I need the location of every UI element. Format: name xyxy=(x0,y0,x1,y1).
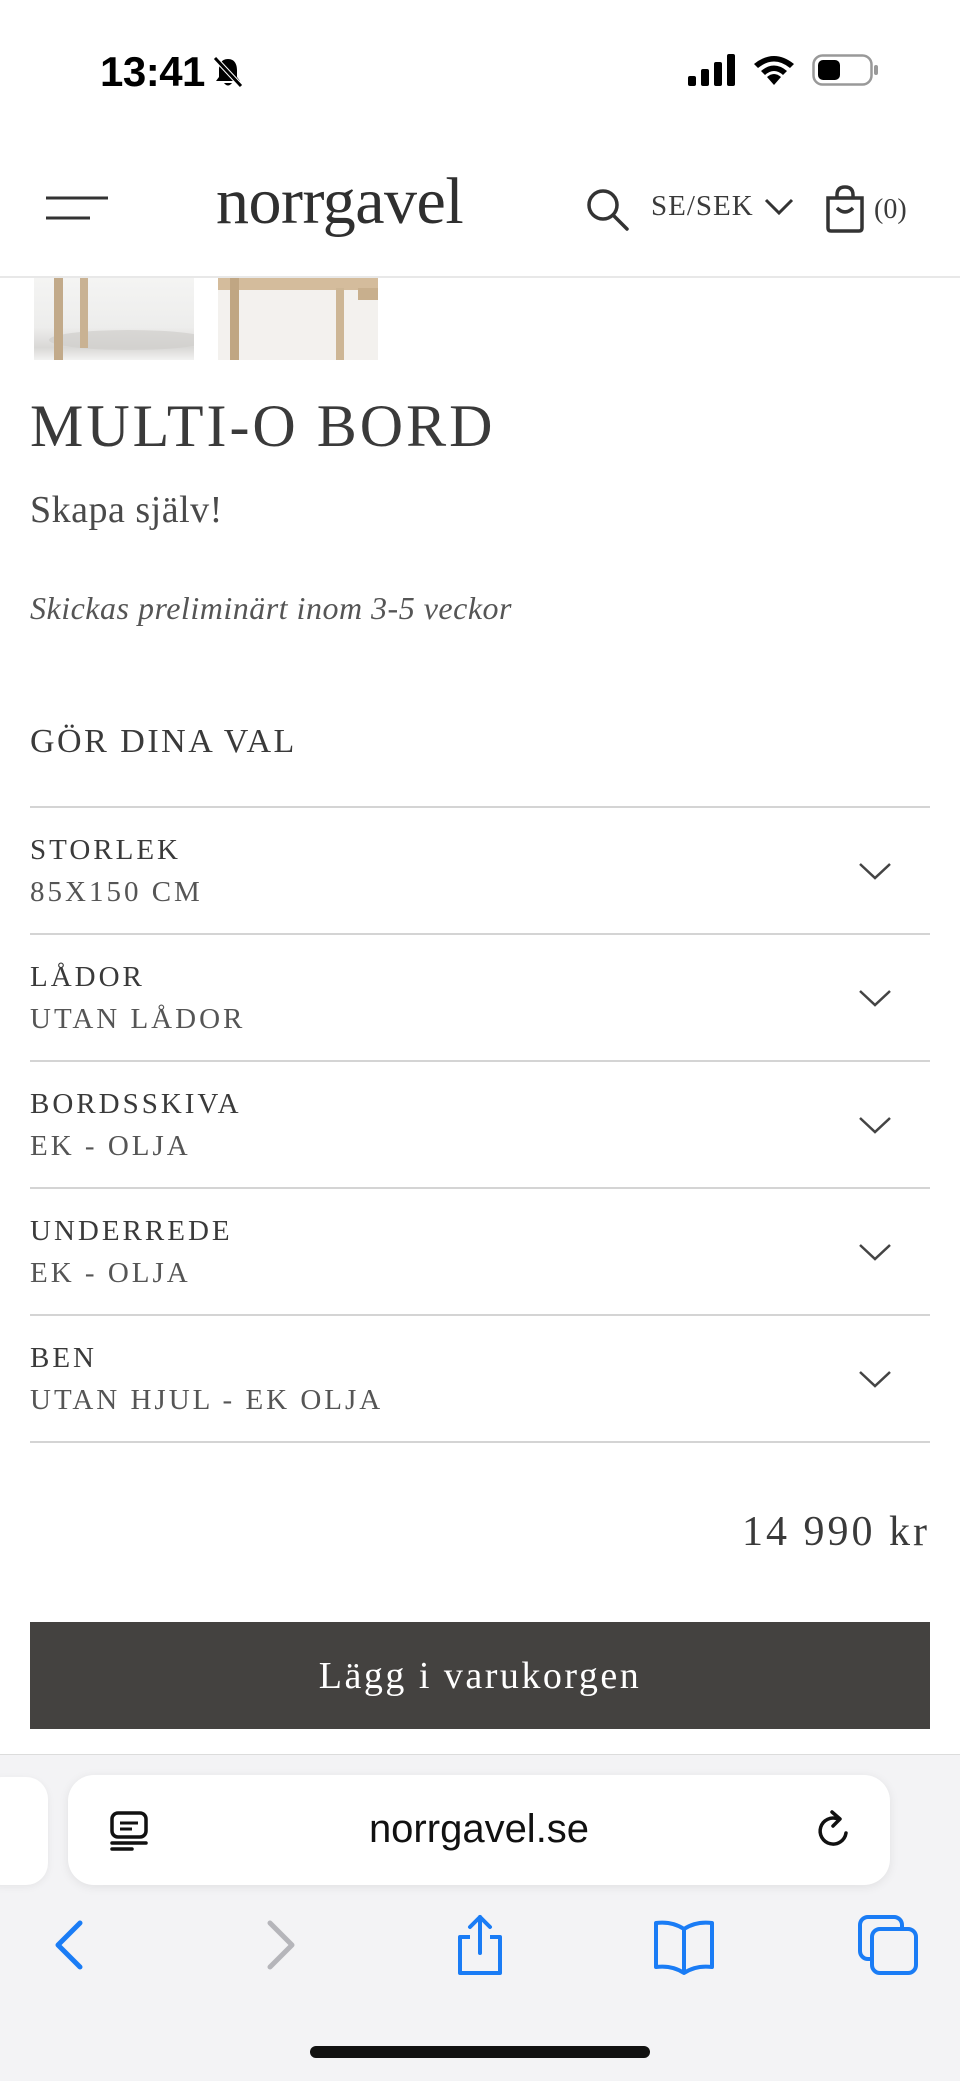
options-heading: GÖR DINA VAL xyxy=(30,723,297,760)
option-bordsskiva[interactable]: BORDSSKIVA EK - OLJA xyxy=(30,1062,930,1189)
site-header: norrgavel SE/SEK (0) xyxy=(0,140,960,278)
option-value: UTAN LÅDOR xyxy=(30,1003,246,1035)
product-thumbnail[interactable] xyxy=(218,278,378,360)
menu-icon[interactable] xyxy=(44,190,110,226)
previous-tab-preview[interactable] xyxy=(0,1777,48,1885)
product-price: 14 990 kr xyxy=(742,1509,930,1555)
chevron-down-icon[interactable] xyxy=(764,196,794,218)
status-time: 13:41 xyxy=(100,48,205,95)
bell-off-icon xyxy=(213,56,243,88)
option-name: BEN xyxy=(30,1342,97,1374)
chevron-down-icon[interactable] xyxy=(858,1368,892,1390)
battery-icon xyxy=(812,54,878,86)
chevron-down-icon[interactable] xyxy=(858,987,892,1009)
product-title: MULTI-O BORD xyxy=(30,393,496,459)
tabs-icon[interactable] xyxy=(856,1913,920,1977)
option-name: UNDERREDE xyxy=(30,1215,233,1247)
option-underrede[interactable]: UNDERREDE EK - OLJA xyxy=(30,1189,930,1316)
address-bar[interactable]: norrgavel.se xyxy=(68,1775,890,1885)
add-to-cart-button[interactable]: Lägg i varukorgen xyxy=(30,1622,930,1729)
option-value: UTAN HJUL - EK OLJA xyxy=(30,1384,384,1416)
shipping-note: Skickas preliminärt inom 3-5 veckor xyxy=(30,590,512,626)
home-indicator xyxy=(310,2046,650,2058)
bookmarks-icon[interactable] xyxy=(652,1913,716,1977)
cart-count[interactable]: (0) xyxy=(874,194,907,226)
reload-icon[interactable] xyxy=(812,1809,856,1853)
options-list: STORLEK 85X150 CM LÅDOR UTAN LÅDOR BORDS… xyxy=(30,806,930,1443)
option-name: STORLEK xyxy=(30,834,181,866)
option-value: EK - OLJA xyxy=(30,1257,191,1289)
status-bar: 13:41 xyxy=(0,0,960,140)
option-value: EK - OLJA xyxy=(30,1130,191,1162)
forward-icon[interactable] xyxy=(246,1913,310,1977)
signal-icon xyxy=(688,54,735,86)
chevron-down-icon[interactable] xyxy=(858,1114,892,1136)
option-value: 85X150 CM xyxy=(30,876,203,908)
option-name: BORDSSKIVA xyxy=(30,1088,242,1120)
option-storlek[interactable]: STORLEK 85X150 CM xyxy=(30,808,930,935)
url-text[interactable]: norrgavel.se xyxy=(68,1807,890,1852)
chevron-down-icon[interactable] xyxy=(858,1241,892,1263)
option-name: LÅDOR xyxy=(30,961,145,993)
browser-toolbar: norrgavel.se xyxy=(0,1754,960,2081)
thumbnail-image xyxy=(49,278,194,360)
option-ben[interactable]: BEN UTAN HJUL - EK OLJA xyxy=(30,1316,930,1443)
cart-icon[interactable] xyxy=(822,184,868,234)
option-lador[interactable]: LÅDOR UTAN LÅDOR xyxy=(30,935,930,1062)
product-thumbnail[interactable] xyxy=(34,278,194,360)
chevron-down-icon[interactable] xyxy=(858,860,892,882)
site-logo[interactable]: norrgavel xyxy=(216,164,464,240)
share-icon[interactable] xyxy=(448,1913,512,1977)
back-icon[interactable] xyxy=(40,1913,104,1977)
thumbnail-image xyxy=(218,278,378,360)
search-icon[interactable] xyxy=(584,186,630,232)
wifi-icon xyxy=(754,56,794,85)
currency-selector[interactable]: SE/SEK xyxy=(651,190,754,223)
product-subtitle: Skapa själv! xyxy=(30,489,223,531)
